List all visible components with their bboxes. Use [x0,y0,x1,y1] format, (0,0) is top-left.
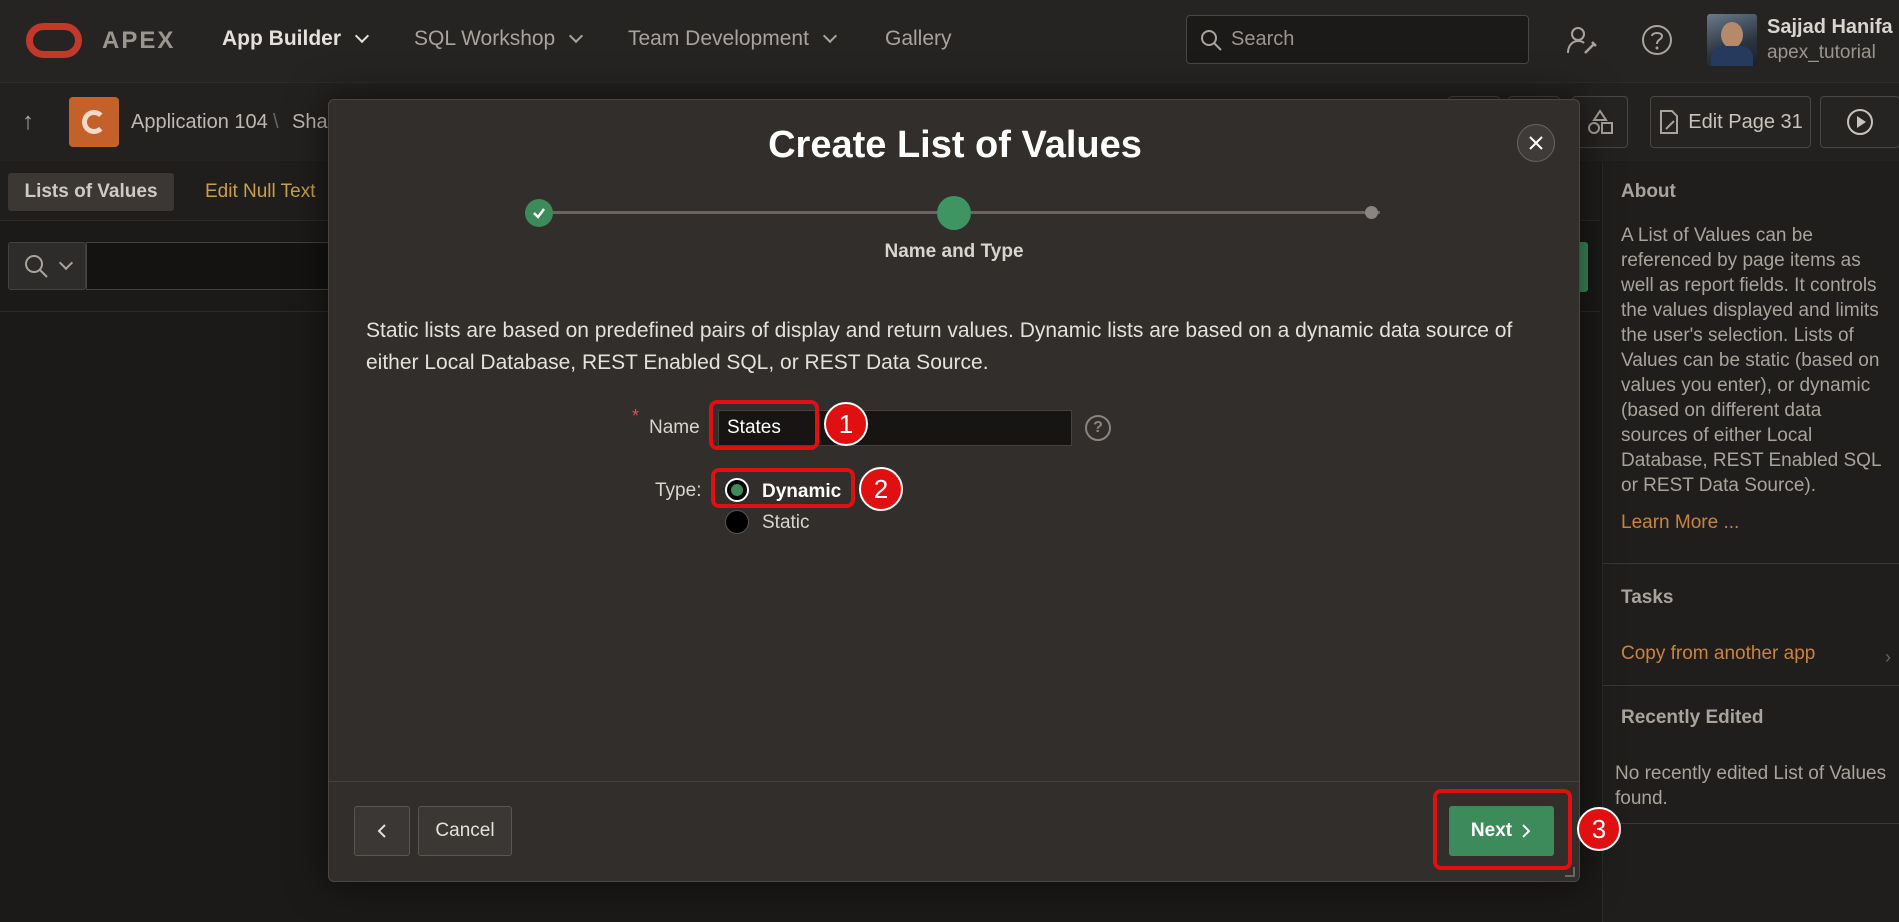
name-label: Name [649,417,700,438]
breadcrumb-separator: \ [273,111,279,133]
chevron-right-icon: › [1885,647,1891,667]
nav-sql-workshop[interactable]: SQL Workshop [414,27,584,51]
required-marker: * [632,406,640,426]
help-icon[interactable] [1637,20,1677,60]
edit-page-label: Edit Page 31 [1688,110,1803,133]
close-button[interactable] [1517,124,1555,162]
oracle-logo-icon[interactable] [26,23,82,58]
dialog-intro-text: Static lists are based on predefined pai… [366,319,1513,374]
previous-button[interactable] [354,806,410,856]
user-avatar[interactable] [1707,14,1757,66]
recently-edited-heading: Recently Edited [1621,707,1764,728]
wizard-step-complete [525,199,553,227]
report-search-input[interactable] [86,242,346,290]
close-icon [1529,136,1543,150]
user-name[interactable]: Sajjad Hanifa [1767,16,1893,39]
tab-edit-null-text[interactable]: Edit Null Text [205,181,316,203]
global-search[interactable] [1186,15,1529,64]
help-side-panel: About A List of Values can be referenced… [1602,163,1899,922]
admin-tools-icon[interactable] [1562,20,1602,60]
wizard-step-current [937,196,971,230]
dialog-title: Create List of Values [768,124,1142,166]
play-icon [1847,109,1873,135]
annotation-badge-2: 2 [859,467,903,511]
recently-edited-text: No recently edited List of Values found. [1615,763,1887,809]
copy-from-another-app-link[interactable]: Copy from another app [1621,643,1815,665]
nav-label: Gallery [885,27,952,50]
chevron-down-icon [822,28,837,44]
annotation-highlight-next [1433,789,1572,870]
annotation-highlight-name [709,400,819,450]
breadcrumb-application[interactable]: Application 104 [131,111,268,134]
checkmark-icon [533,208,545,219]
wizard-step-label: Name and Type [884,241,1024,262]
cancel-button[interactable]: Cancel [418,806,512,856]
nav-label: SQL Workshop [414,27,556,50]
annotation-badge-1: 1 [824,402,868,446]
up-arrow-icon[interactable]: ↑ [22,108,34,136]
search-column-button[interactable] [8,242,86,290]
page-edit-icon [1660,110,1679,134]
type-static-label[interactable]: Static [762,512,810,534]
annotation-highlight-type [711,468,855,508]
nav-team-development[interactable]: Team Development [628,27,837,51]
search-input[interactable] [1231,28,1511,51]
tab-lists-of-values[interactable]: Lists of Values [8,173,174,211]
create-lov-dialog: Create List of Values Name and Type Stat… [328,99,1580,882]
nav-app-builder[interactable]: App Builder [222,27,370,51]
top-header: APEX App Builder SQL Workshop Team Devel… [0,0,1899,82]
chevron-down-icon [354,28,370,44]
help-icon[interactable]: ? [1085,415,1111,441]
nav-label: App Builder [222,27,341,50]
chevron-left-icon [377,824,386,838]
chevron-down-icon [569,28,584,44]
nav-gallery[interactable]: Gallery [885,27,952,51]
about-text: A List of Values can be referenced by pa… [1621,225,1881,496]
search-icon [1201,29,1222,51]
search-icon [25,255,48,278]
run-page-button[interactable] [1820,96,1899,148]
chevron-down-icon [58,255,74,271]
type-label: Type: [655,480,702,501]
wizard-step-pending [1365,206,1378,219]
nav-label: Team Development [628,27,809,50]
edit-page-button[interactable]: Edit Page 31 [1650,96,1811,148]
learn-more-link[interactable]: Learn More ... [1621,512,1739,534]
tasks-heading: Tasks [1621,587,1674,608]
user-workspace: apex_tutorial [1767,42,1876,63]
apex-brand[interactable]: APEX [102,27,175,55]
application-icon[interactable] [69,97,119,147]
dialog-footer-divider [329,781,1579,782]
annotation-badge-3: 3 [1577,807,1621,851]
type-static-radio[interactable] [725,510,749,534]
about-heading: About [1621,181,1676,202]
